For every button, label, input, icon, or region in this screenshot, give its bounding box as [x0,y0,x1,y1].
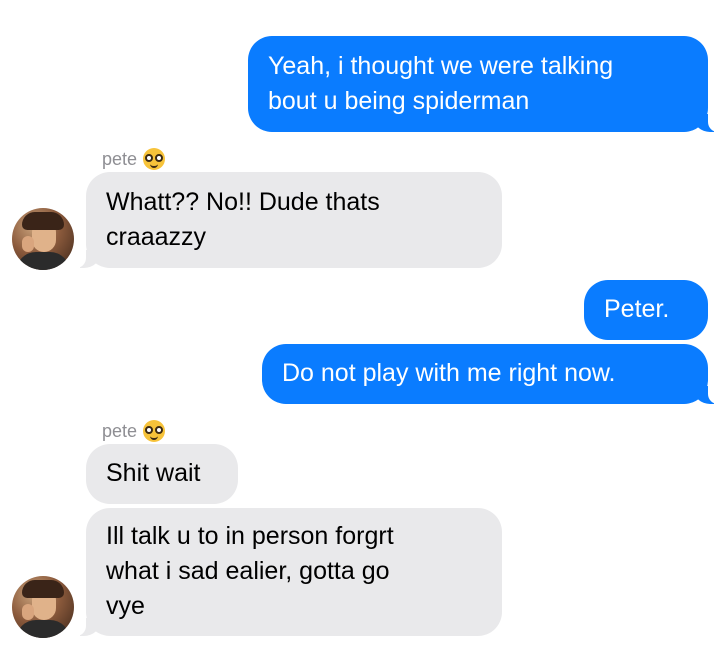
nerd-face-icon [143,148,166,170]
sender-label: pete [102,148,138,169]
message-bubble-incoming[interactable]: Ill talk u to in person forgrt what i sa… [74,508,502,636]
message-bubble-outgoing[interactable]: Yeah, i thought we were talking bout u b… [248,36,720,132]
message-thread: Yeah, i thought we were talking bout u b… [0,0,726,649]
message-bubble-incoming[interactable]: Shit wait [86,444,238,504]
message-bubble-outgoing[interactable]: Peter. [584,280,708,340]
sender-name: pete [102,420,166,442]
avatar[interactable] [12,576,74,638]
avatar[interactable] [12,208,74,270]
message-bubble-incoming[interactable]: Whatt?? No!! Dude thats craaazzy [74,172,502,268]
nerd-face-icon [143,420,166,442]
message-bubble-outgoing[interactable]: Do not play with me right now. [262,344,720,404]
sender-name: pete [102,148,166,170]
sender-label: pete [102,420,138,441]
